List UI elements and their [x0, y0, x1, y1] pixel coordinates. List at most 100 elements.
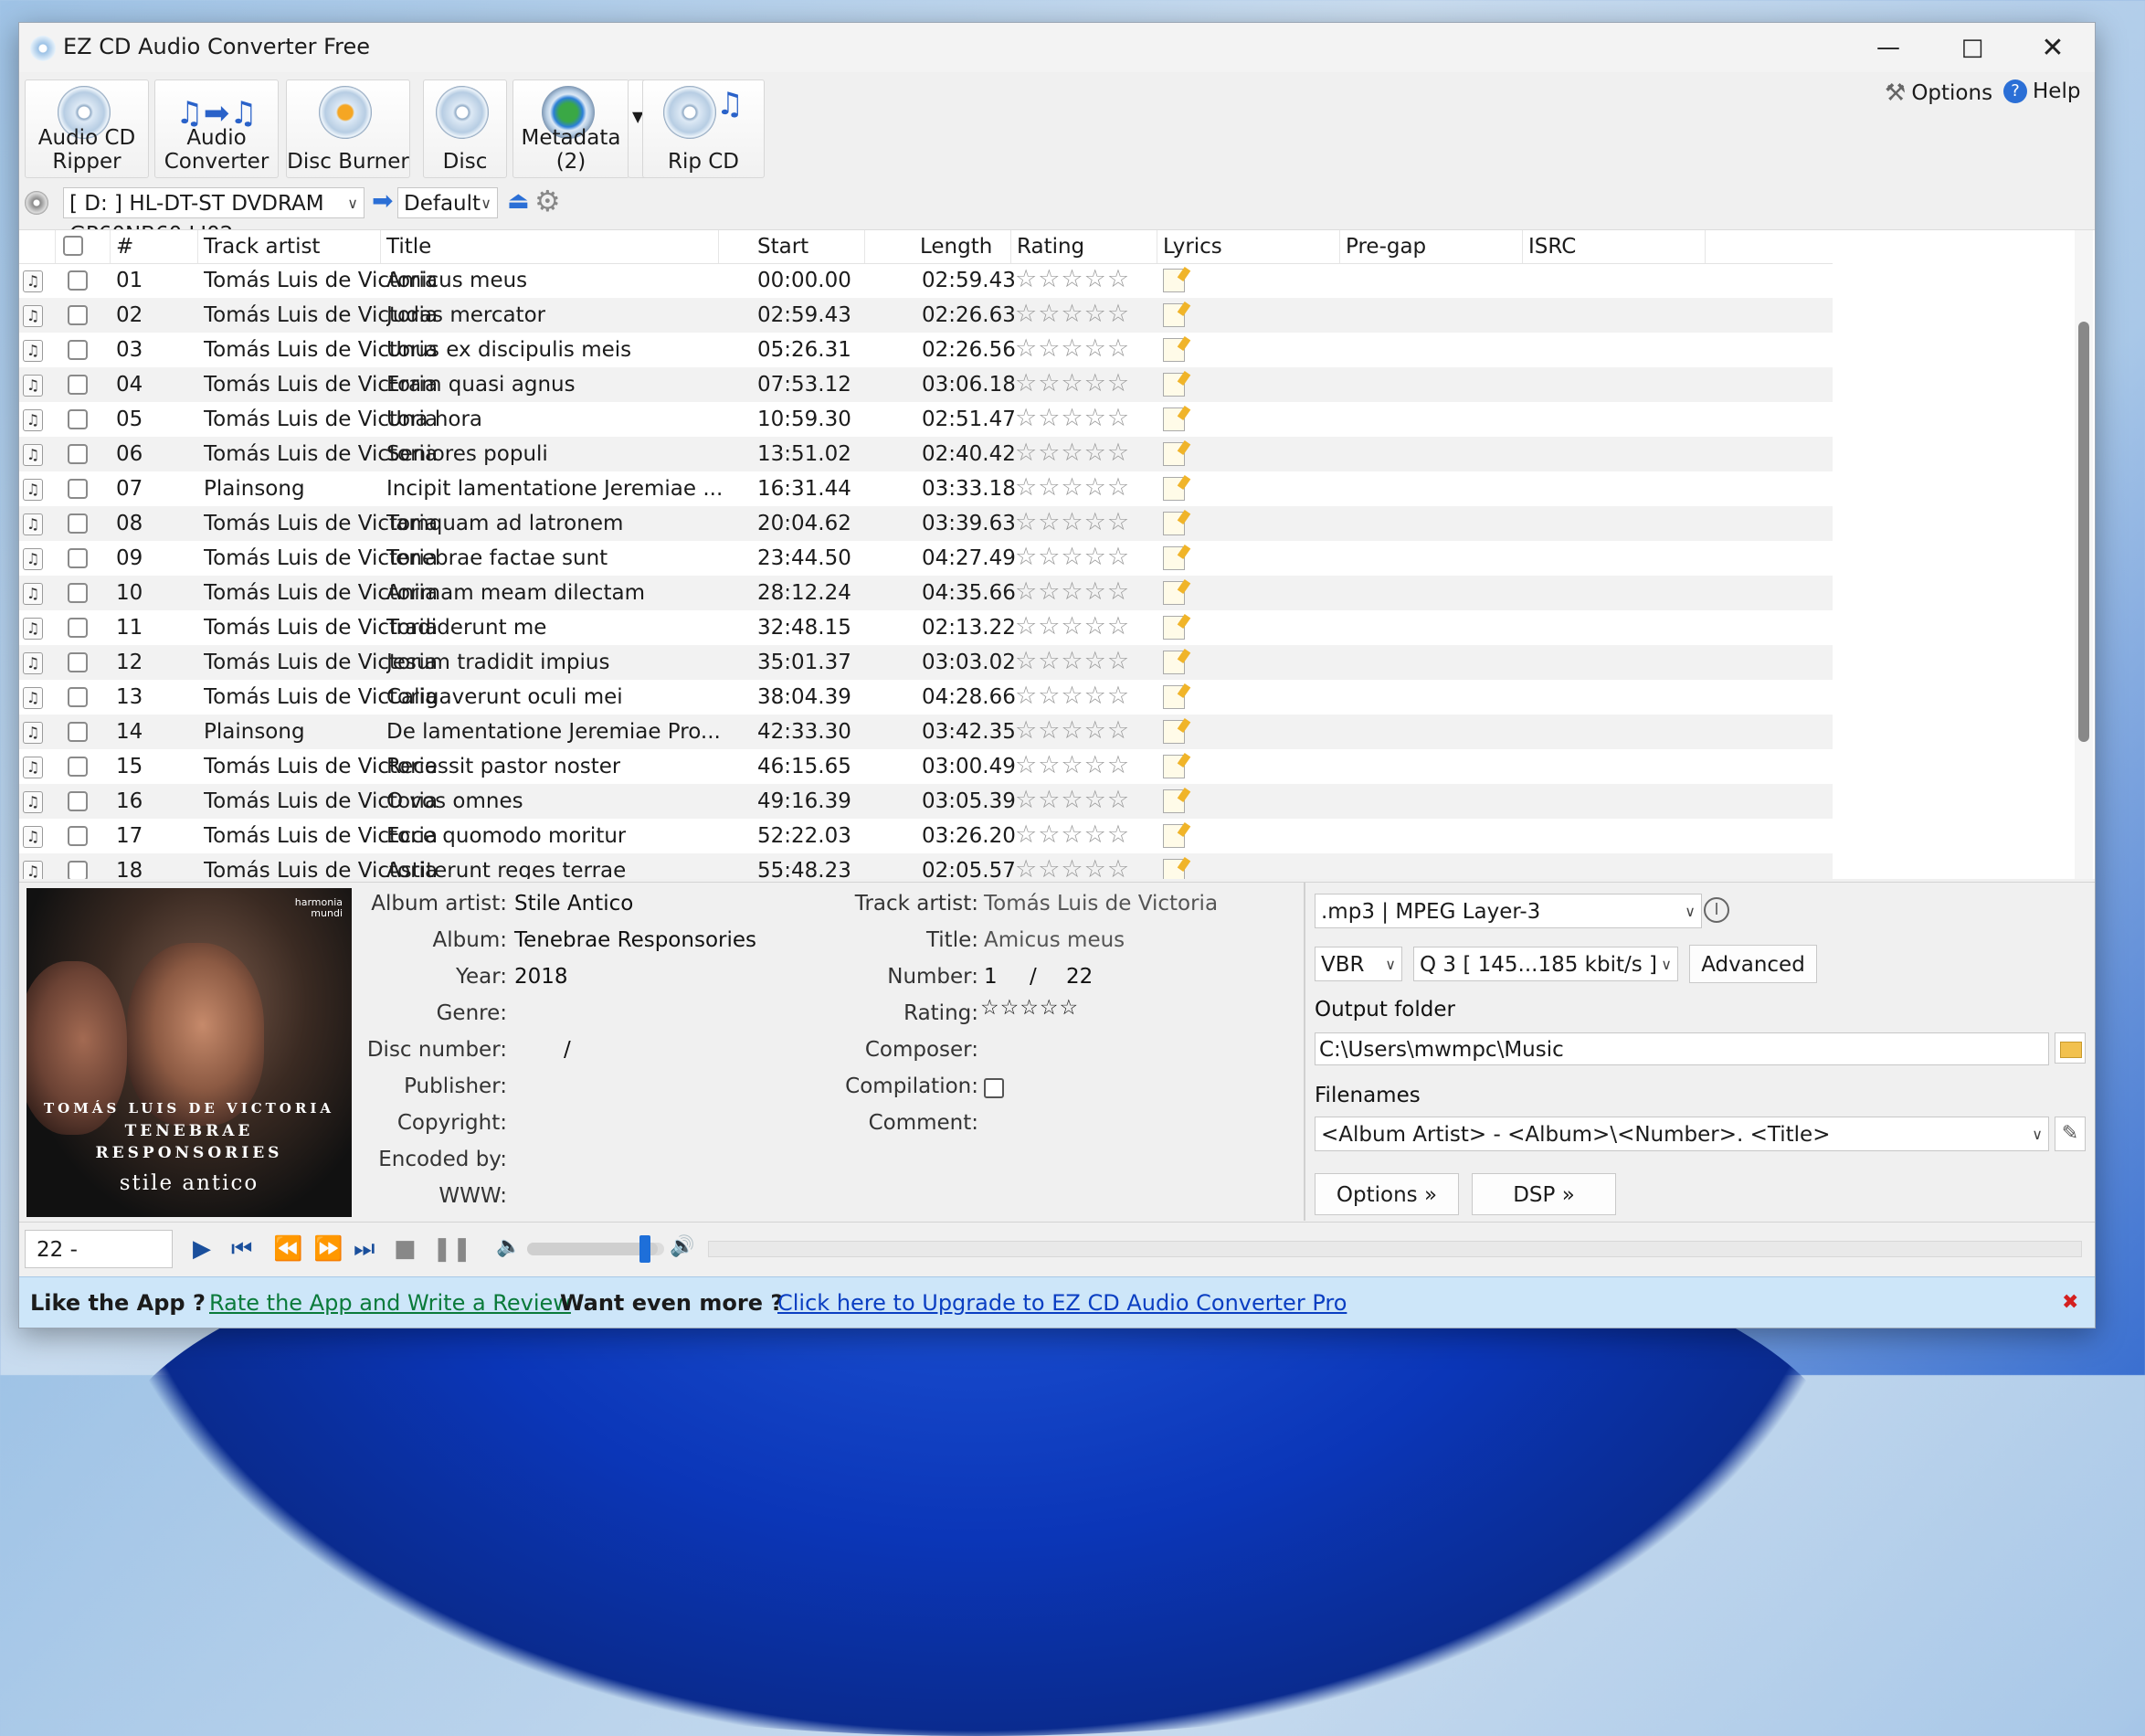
column-header-title[interactable]: Title — [381, 230, 719, 263]
rating-stars[interactable]: ☆☆☆☆☆ — [1015, 298, 1130, 333]
lyrics-edit-icon[interactable] — [1163, 477, 1185, 501]
rating-stars[interactable]: ☆☆☆☆☆ — [1015, 645, 1130, 680]
table-row[interactable]: ♫ 17 Tomás Luis de Victoria Ecce quomodo mo… — [19, 819, 1833, 853]
year-value[interactable]: 2018 — [514, 965, 568, 989]
column-header-rating[interactable]: Rating — [1011, 230, 1157, 263]
column-header-isrc[interactable]: ISRC — [1523, 230, 1706, 263]
track-title-cell[interactable]: Eram quasi agnus — [386, 367, 576, 402]
pause-button[interactable]: ❚❚ — [432, 1235, 472, 1263]
format-select[interactable]: .mp3 | MPEG Layer-3 ∨ — [1315, 894, 1702, 928]
row-checkbox[interactable] — [68, 305, 88, 325]
lyrics-edit-icon[interactable] — [1163, 581, 1185, 605]
row-checkbox[interactable] — [68, 687, 88, 707]
compilation-checkbox[interactable] — [984, 1078, 1004, 1098]
dsp-button[interactable]: DSP » — [1472, 1173, 1616, 1215]
row-checkbox[interactable] — [68, 479, 88, 499]
lyrics-edit-icon[interactable] — [1163, 303, 1185, 327]
lyrics-edit-icon[interactable] — [1163, 755, 1185, 778]
rating-stars[interactable]: ☆☆☆☆☆ — [1015, 749, 1130, 784]
rating-stars[interactable]: ☆☆☆☆☆ — [1015, 402, 1130, 437]
table-row[interactable]: ♫ 02 Tomás Luis de Victoria Judas mercator 0… — [19, 298, 1833, 333]
close-button[interactable]: ✕ — [2011, 23, 2095, 72]
rating-stars[interactable]: ☆☆☆☆☆ — [1015, 610, 1130, 645]
play-button[interactable]: ▶ — [193, 1235, 211, 1263]
row-checkbox[interactable] — [68, 513, 88, 534]
table-row[interactable]: ♫ 13 Tomás Luis de Victoria Caligaverunt oc… — [19, 680, 1833, 715]
track-title-cell[interactable]: Incipit lamentatione Jeremiae ... — [386, 471, 723, 506]
genre-value[interactable] — [514, 1001, 788, 1027]
row-checkbox[interactable] — [68, 791, 88, 811]
track-title-cell[interactable]: Tamquam ad latronem — [386, 506, 623, 541]
lyrics-edit-icon[interactable] — [1163, 512, 1185, 535]
row-checkbox[interactable] — [68, 375, 88, 395]
number-value[interactable]: 1 — [984, 965, 998, 989]
track-title-cell[interactable]: Caligaverunt oculi mei — [386, 680, 623, 715]
rating-stars[interactable]: ☆☆☆☆☆ — [1015, 437, 1130, 471]
track-artist-cell[interactable]: Plainsong — [204, 715, 305, 749]
rating-stars[interactable]: ☆☆☆☆☆ — [1015, 333, 1130, 367]
rating-stars[interactable]: ☆☆☆☆☆ — [1015, 853, 1130, 879]
number-total-value[interactable]: 22 — [1066, 965, 1093, 989]
column-header-length[interactable]: Length — [865, 230, 1011, 263]
audio-cd-ripper-button[interactable]: Audio CD Ripper — [25, 79, 149, 178]
row-checkbox[interactable] — [68, 583, 88, 603]
help-link[interactable]: ? Help — [2003, 79, 2080, 103]
track-title-cell[interactable]: Jesum tradidit impius — [386, 645, 609, 680]
select-all-checkbox[interactable] — [63, 236, 83, 256]
rate-app-link[interactable]: Rate the App and Write a Review — [209, 1277, 571, 1328]
rating-stars[interactable]: ☆☆☆☆☆ — [1015, 506, 1130, 541]
scrollbar-thumb[interactable] — [2078, 322, 2089, 742]
table-row[interactable]: ♫ 08 Tomás Luis de Victoria Tamquam ad latr… — [19, 506, 1833, 541]
rating-stars[interactable]: ☆☆☆☆☆ — [1015, 541, 1130, 576]
track-title-cell[interactable]: Tradiderunt me — [386, 610, 546, 645]
drive-select[interactable]: [ D: ] HL-DT-ST DVDRAM GP60NB60 LI02 ∨ — [63, 187, 365, 247]
rip-cd-button[interactable]: ♫ Rip CD — [642, 79, 765, 178]
rating-stars[interactable]: ☆☆☆☆☆ — [1015, 784, 1130, 819]
lyrics-edit-icon[interactable] — [1163, 442, 1185, 466]
table-row[interactable]: ♫ 05 Tomás Luis de Victoria Una hora 10:59.3… — [19, 402, 1833, 437]
lyrics-edit-icon[interactable] — [1163, 651, 1185, 674]
track-title-cell[interactable]: Unus ex discipulis meis — [386, 333, 631, 367]
column-header-number[interactable]: # — [111, 230, 198, 263]
table-row[interactable]: ♫ 07 Plainsong Incipit lamentatione Jeremia… — [19, 471, 1833, 506]
lyrics-edit-icon[interactable] — [1163, 685, 1185, 709]
track-title-cell[interactable]: O vos omnes — [386, 784, 523, 819]
output-folder-input[interactable]: C:\Users\mwmpc\Music — [1315, 1032, 2049, 1065]
rating-stars[interactable]: ☆☆☆☆☆ — [1015, 680, 1130, 715]
table-row[interactable]: ♫ 06 Tomás Luis de Victoria Seniores populi… — [19, 437, 1833, 471]
row-checkbox[interactable] — [68, 826, 88, 846]
profile-select[interactable]: Default ∨ — [397, 187, 498, 218]
options-link[interactable]: ⚒ Options — [1885, 79, 1992, 107]
rating-stars[interactable]: ☆☆☆☆☆ — [1015, 576, 1130, 610]
options-button[interactable]: Options » — [1315, 1173, 1459, 1215]
stop-button[interactable]: ■ — [394, 1235, 417, 1263]
table-row[interactable]: ♫ 16 Tomás Luis de Victoria O vos omnes 49:1… — [19, 784, 1833, 819]
table-row[interactable]: ♫ 18 Tomás Luis de Victoria Astiterunt rege… — [19, 853, 1833, 879]
maximize-button[interactable]: □ — [1930, 23, 2014, 72]
rating-stars[interactable]: ☆☆☆☆☆ — [1015, 263, 1130, 298]
table-row[interactable]: ♫ 10 Tomás Luis de Victoria Animam meam dil… — [19, 576, 1833, 610]
row-checkbox[interactable] — [68, 270, 88, 291]
lyrics-edit-icon[interactable] — [1163, 546, 1185, 570]
folder-icon[interactable] — [2055, 1032, 2086, 1064]
row-checkbox[interactable] — [68, 722, 88, 742]
track-list-scrollbar[interactable] — [2075, 230, 2093, 879]
row-checkbox[interactable] — [68, 757, 88, 777]
edit-filename-icon[interactable]: ✎ — [2055, 1117, 2086, 1151]
track-title-cell[interactable]: De lamentatione Jeremiae Pro... — [386, 715, 721, 749]
row-checkbox[interactable] — [68, 340, 88, 360]
next-track-button[interactable]: ⏭ — [354, 1235, 375, 1264]
close-promo-icon[interactable]: ✖ — [2062, 1277, 2078, 1328]
row-checkbox[interactable] — [68, 444, 88, 464]
advanced-button[interactable]: Advanced — [1689, 945, 1817, 983]
volume-thumb[interactable] — [639, 1235, 650, 1263]
row-checkbox[interactable] — [68, 861, 88, 879]
lyrics-edit-icon[interactable] — [1163, 824, 1185, 848]
table-row[interactable]: ♫ 15 Tomás Luis de Victoria Recessit pastor… — [19, 749, 1833, 784]
column-header-lyrics[interactable]: Lyrics — [1157, 230, 1340, 263]
lyrics-edit-icon[interactable] — [1163, 720, 1185, 744]
table-row[interactable]: ♫ 04 Tomás Luis de Victoria Eram quasi agnu… — [19, 367, 1833, 402]
volume-slider[interactable] — [527, 1235, 664, 1263]
lyrics-edit-icon[interactable] — [1163, 616, 1185, 640]
album-value[interactable]: Tenebrae Responsories — [514, 928, 756, 952]
